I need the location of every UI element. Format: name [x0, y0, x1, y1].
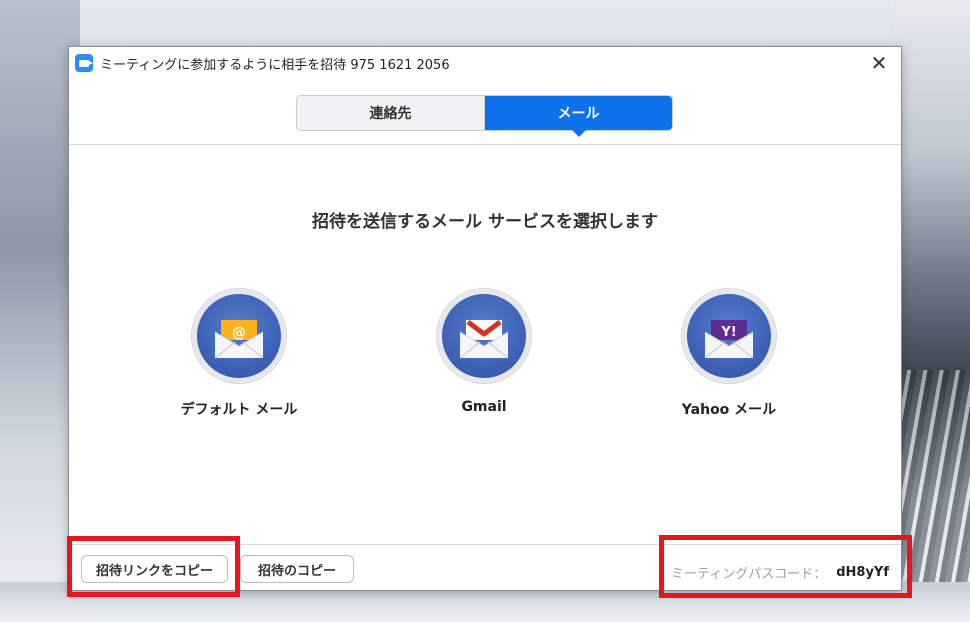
yahoo-mail-icon: Y!	[682, 289, 776, 383]
close-icon: ✕	[870, 51, 888, 75]
header-divider	[69, 144, 901, 145]
title-bar: ミーティングに参加するように相手を招待 975 1621 2056 ✕	[69, 47, 901, 79]
copy-invitation-button[interactable]: 招待のコピー	[240, 555, 354, 583]
service-label-yahoo: Yahoo メール	[681, 402, 777, 418]
tab-email[interactable]: メール	[485, 96, 672, 137]
window-title: ミーティングに参加するように相手を招待 975 1621 2056	[100, 57, 450, 73]
service-heading: 招待を送信するメール サービスを選択します	[312, 212, 658, 232]
service-gmail[interactable]: Gmail	[399, 289, 569, 415]
service-label-default: デフォルト メール	[180, 402, 298, 418]
close-button[interactable]: ✕	[857, 47, 901, 79]
invite-dialog: ミーティングに参加するように相手を招待 975 1621 2056 ✕ 連絡先 …	[68, 46, 902, 591]
tab-bar: 連絡先 メール	[296, 95, 673, 137]
gmail-icon	[437, 289, 531, 383]
tab-contacts[interactable]: 連絡先	[297, 96, 485, 130]
service-default-mail[interactable]: @ デフォルト メール	[154, 289, 324, 419]
default-mail-icon: @	[192, 289, 286, 383]
svg-text:@: @	[232, 325, 246, 341]
highlight-box-copy-link	[67, 536, 240, 597]
zoom-app-icon	[75, 54, 93, 72]
service-label-gmail: Gmail	[461, 399, 507, 415]
svg-text:Y!: Y!	[720, 325, 736, 340]
service-yahoo-mail[interactable]: Y! Yahoo メール	[644, 289, 814, 419]
highlight-box-passcode	[659, 535, 912, 598]
